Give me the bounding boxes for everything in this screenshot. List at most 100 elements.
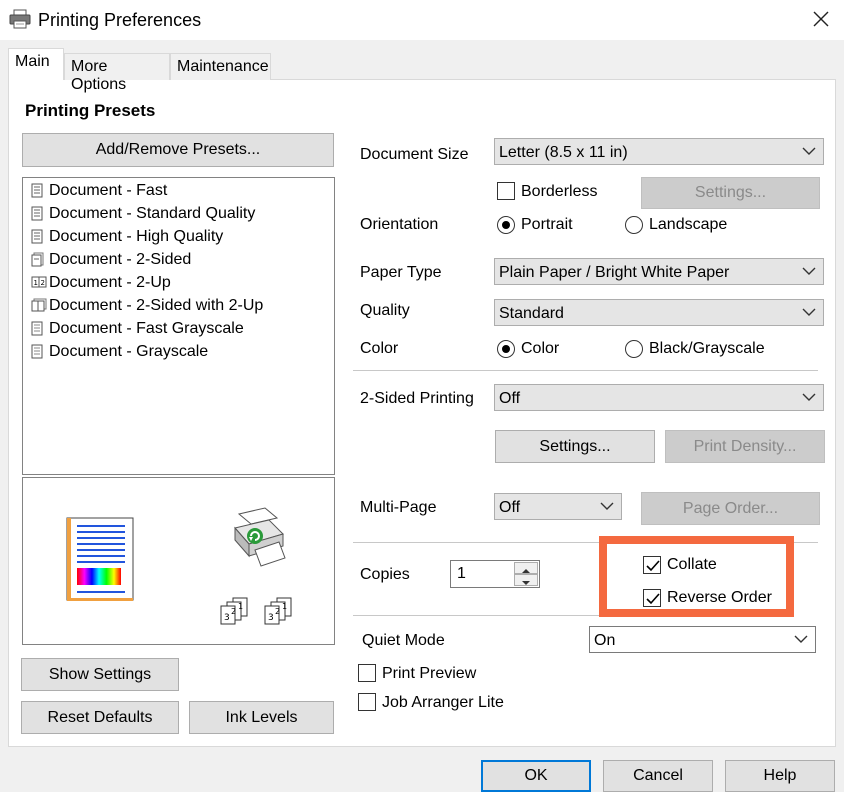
landscape-label: Landscape xyxy=(649,216,728,233)
orientation-label: Orientation xyxy=(360,216,439,233)
black-grayscale-radio[interactable] xyxy=(625,340,643,358)
multi-page-select[interactable]: Off xyxy=(494,493,622,520)
printing-presets-heading: Printing Presets xyxy=(25,101,156,120)
job-arranger-lite-label: Job Arranger Lite xyxy=(382,694,504,711)
svg-text:1: 1 xyxy=(34,279,38,287)
document-icon xyxy=(31,321,44,336)
chevron-down-icon xyxy=(600,502,614,510)
print-density-button[interactable]: Print Density... xyxy=(665,430,825,463)
ink-levels-button[interactable]: Ink Levels xyxy=(189,701,334,734)
title-bar: Printing Preferences xyxy=(0,0,844,40)
radio-selected-dot xyxy=(502,221,510,229)
chevron-down-icon xyxy=(802,393,816,401)
chevron-down-icon xyxy=(794,635,808,643)
presets-list[interactable]: Document - Fast Document - Standard Qual… xyxy=(22,177,335,475)
chevron-down-icon xyxy=(802,267,816,275)
reverse-order-checkbox[interactable] xyxy=(643,589,661,607)
radio-selected-dot xyxy=(502,345,510,353)
list-item-label: Document - Standard Quality xyxy=(49,205,256,222)
color-label: Color xyxy=(360,340,399,357)
list-item-label: Document - High Quality xyxy=(49,228,224,245)
svg-text:2: 2 xyxy=(41,279,45,287)
document-icon xyxy=(31,183,44,198)
multi-page-label: Multi-Page xyxy=(360,499,437,516)
two-sided-document-icon xyxy=(31,252,44,267)
printer-icon xyxy=(9,9,31,29)
portrait-radio[interactable] xyxy=(497,216,515,234)
collate-checkbox[interactable] xyxy=(643,556,661,574)
two-sided-settings-button[interactable]: Settings... xyxy=(495,430,655,463)
list-item-label: Document - 2-Sided with 2-Up xyxy=(49,297,264,314)
chevron-down-icon xyxy=(802,147,816,155)
list-item-label: Document - 2-Sided xyxy=(49,251,192,268)
document-icon xyxy=(31,229,44,244)
pages-stack-icon: 3 2 1 xyxy=(217,596,257,626)
landscape-radio[interactable] xyxy=(625,216,643,234)
copies-spinner[interactable]: 1 xyxy=(450,560,540,588)
printer-preview-icon xyxy=(229,506,289,568)
quiet-mode-label: Quiet Mode xyxy=(362,632,445,649)
quality-select[interactable]: Standard xyxy=(494,299,824,326)
svg-text:2: 2 xyxy=(275,607,280,616)
print-preview-label: Print Preview xyxy=(382,665,477,682)
two-up-icon: 12 xyxy=(31,275,47,290)
collate-label: Collate xyxy=(667,556,717,573)
svg-text:3: 3 xyxy=(268,613,274,623)
reverse-order-label: Reverse Order xyxy=(667,589,772,606)
two-sided-printing-select[interactable]: Off xyxy=(494,384,824,411)
ok-button[interactable]: OK xyxy=(481,760,591,792)
copies-input[interactable]: 1 xyxy=(457,565,466,583)
svg-text:2: 2 xyxy=(231,607,236,616)
show-settings-button[interactable]: Show Settings xyxy=(21,658,179,691)
divider xyxy=(353,615,599,616)
tab-maintenance[interactable]: Maintenance xyxy=(170,53,271,80)
portrait-label: Portrait xyxy=(521,216,573,233)
pages-stack-icon: 3 2 1 xyxy=(261,596,301,626)
paper-type-select[interactable]: Plain Paper / Bright White Paper xyxy=(494,258,824,285)
page-preview-image xyxy=(65,516,137,604)
quality-label: Quality xyxy=(360,302,410,319)
increment-button[interactable] xyxy=(514,562,538,574)
decrement-button[interactable] xyxy=(514,574,538,586)
list-item-label: Document - Fast xyxy=(49,182,168,199)
divider xyxy=(353,370,818,371)
two-sided-two-up-icon xyxy=(31,298,47,313)
borderless-checkbox[interactable] xyxy=(497,182,515,200)
list-item-label: Document - Grayscale xyxy=(49,343,209,360)
tab-main[interactable]: Main xyxy=(8,48,64,80)
black-grayscale-label: Black/Grayscale xyxy=(649,340,765,357)
help-button[interactable]: Help xyxy=(725,760,835,792)
list-item-label: Document - Fast Grayscale xyxy=(49,320,244,337)
cancel-button[interactable]: Cancel xyxy=(603,760,713,792)
borderless-label: Borderless xyxy=(521,183,598,200)
print-preview-checkbox[interactable] xyxy=(358,664,376,682)
two-sided-printing-label: 2-Sided Printing xyxy=(360,390,474,407)
close-button[interactable] xyxy=(806,4,836,34)
copies-label: Copies xyxy=(360,566,410,583)
paper-type-value: Plain Paper / Bright White Paper xyxy=(499,264,730,281)
svg-text:3: 3 xyxy=(224,613,230,623)
checkmark-icon xyxy=(646,560,660,572)
settings-preview: 3 2 1 3 2 1 xyxy=(22,477,335,645)
document-icon xyxy=(31,206,44,221)
svg-text:1: 1 xyxy=(238,602,243,611)
quality-value: Standard xyxy=(499,305,564,322)
reset-defaults-button[interactable]: Reset Defaults xyxy=(21,701,179,734)
multi-page-value: Off xyxy=(499,499,521,516)
add-remove-presets-button[interactable]: Add/Remove Presets... xyxy=(22,133,334,167)
close-icon xyxy=(813,11,829,27)
list-item-label: Document - 2-Up xyxy=(49,274,171,291)
tab-more-options[interactable]: More Options xyxy=(64,53,170,93)
quiet-mode-select[interactable]: On xyxy=(589,626,816,653)
page-order-button[interactable]: Page Order... xyxy=(641,492,820,525)
job-arranger-lite-checkbox[interactable] xyxy=(358,693,376,711)
chevron-down-icon xyxy=(802,308,816,316)
borderless-settings-button[interactable]: Settings... xyxy=(641,177,820,209)
paper-type-label: Paper Type xyxy=(360,264,442,281)
color-option-label: Color xyxy=(521,340,560,357)
document-size-select[interactable]: Letter (8.5 x 11 in) xyxy=(494,138,824,165)
color-radio[interactable] xyxy=(497,340,515,358)
two-sided-printing-value: Off xyxy=(499,390,521,407)
document-icon xyxy=(31,344,44,359)
window-title: Printing Preferences xyxy=(38,10,202,30)
